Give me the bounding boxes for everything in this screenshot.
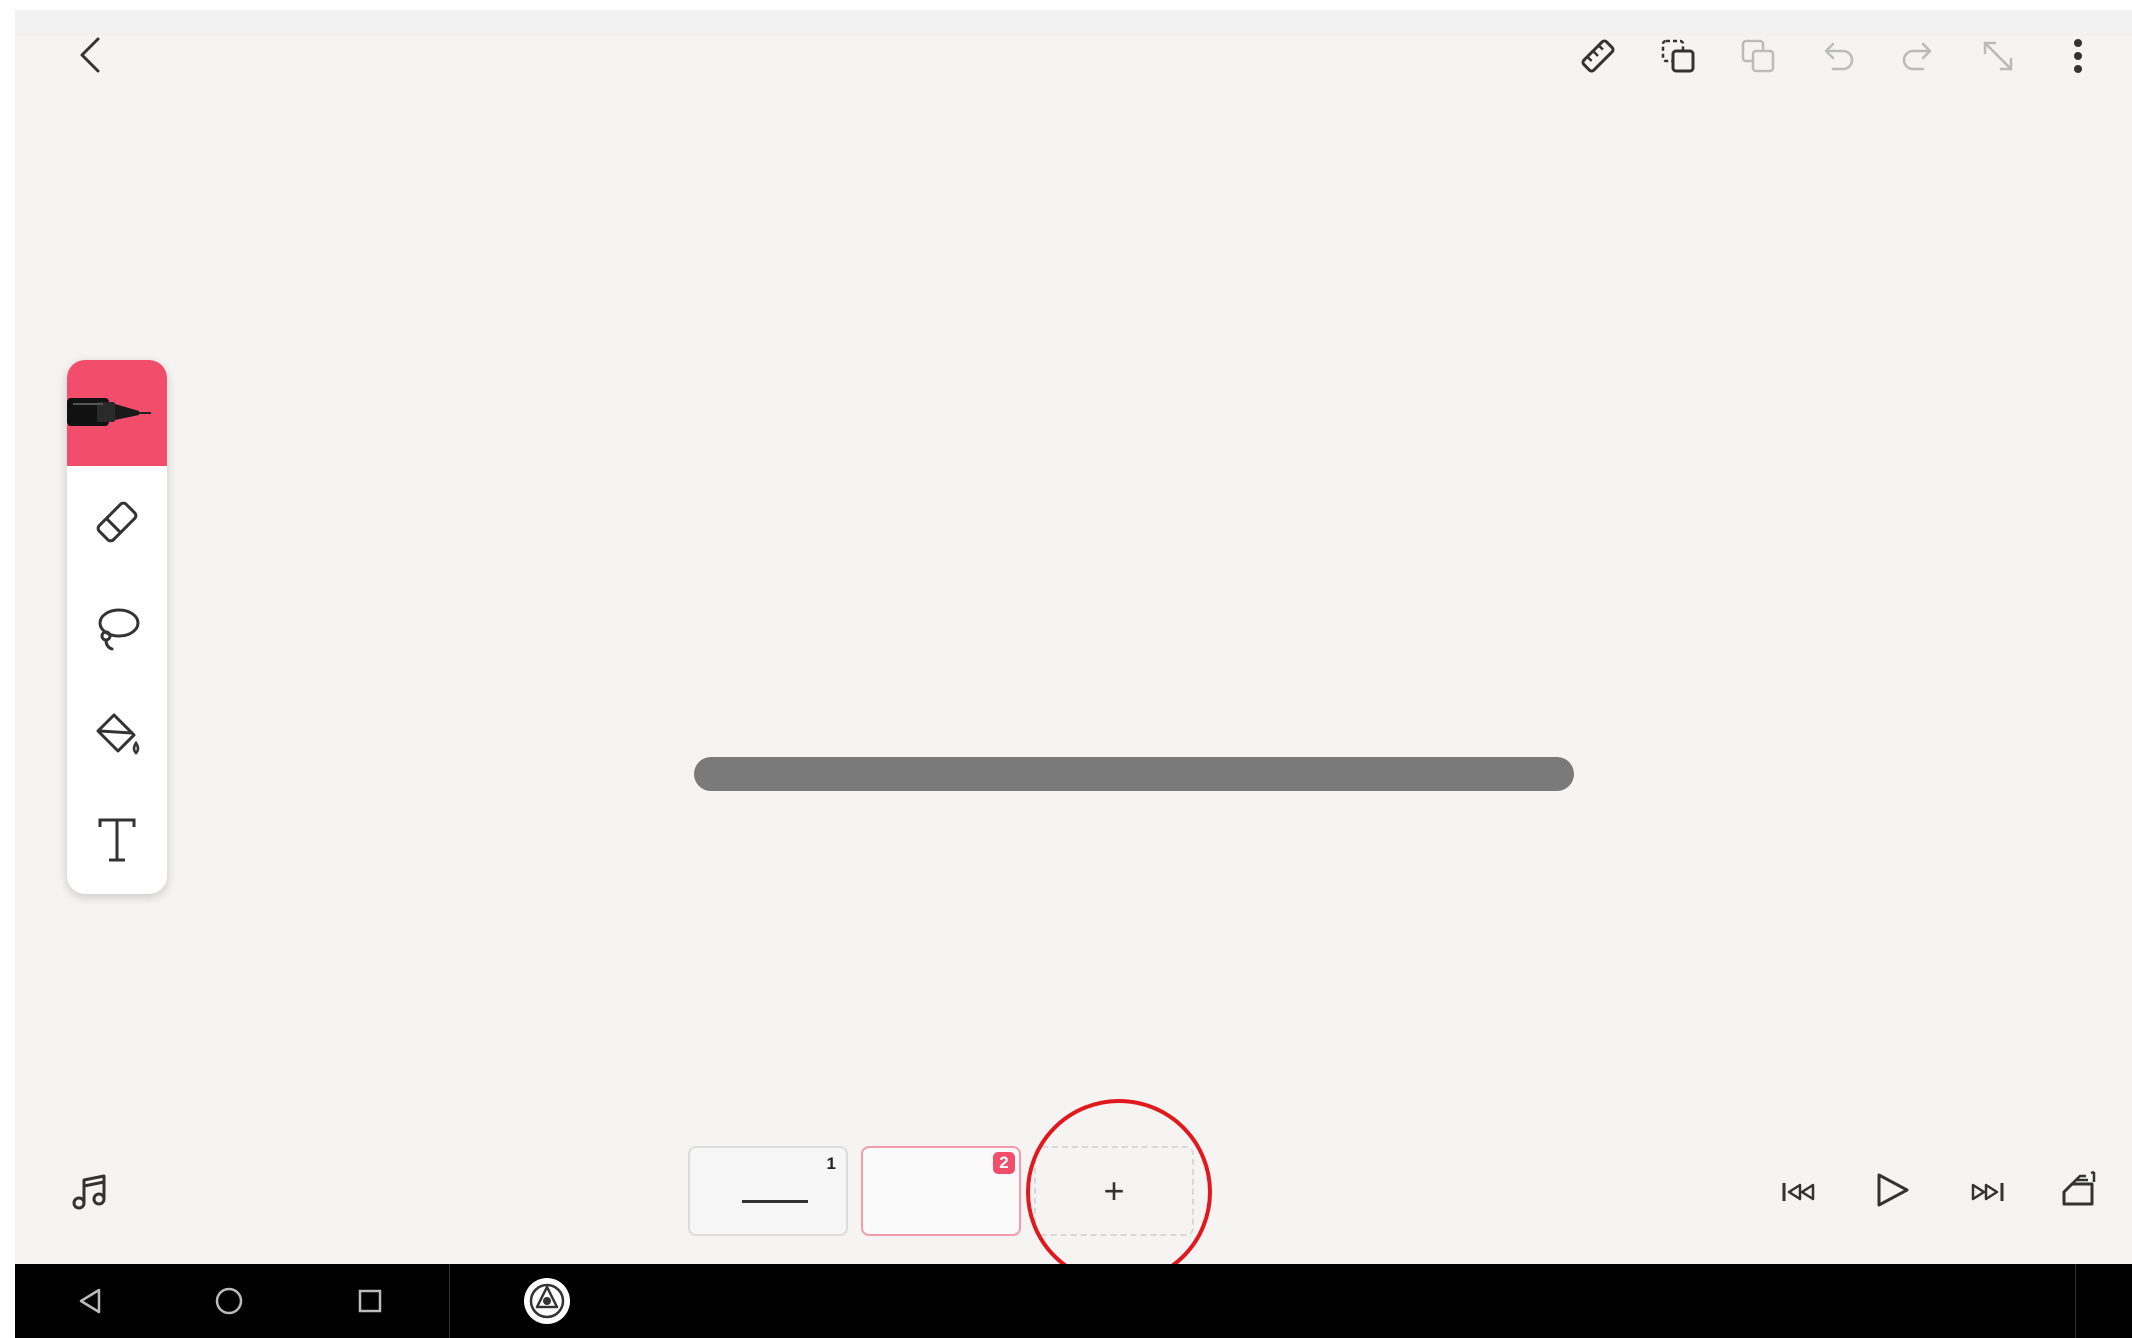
- paste-frame-icon: [1741, 39, 1775, 73]
- music-button[interactable]: [68, 1170, 112, 1214]
- ruler-icon: [1581, 39, 1615, 73]
- fill-tool[interactable]: [67, 684, 167, 784]
- undo-icon: [1824, 42, 1854, 71]
- app-shortcut-button[interactable]: [523, 1277, 571, 1325]
- more-button[interactable]: [2058, 36, 2098, 76]
- back-icon: [80, 37, 100, 73]
- tool-panel: [67, 360, 167, 894]
- nav-divider: [449, 1264, 450, 1338]
- frame-number: 1: [826, 1154, 836, 1173]
- music-icon: [72, 1174, 106, 1210]
- ruler-button[interactable]: [1578, 36, 1618, 76]
- onion-skin-button[interactable]: [2056, 1168, 2102, 1214]
- skip-to-start-button[interactable]: [1778, 1170, 1822, 1214]
- frame-number-badge: 2: [993, 1152, 1015, 1174]
- lasso-tool[interactable]: [67, 578, 167, 678]
- back-button[interactable]: [70, 35, 110, 75]
- nav-recents-button[interactable]: [350, 1281, 390, 1321]
- text-tool[interactable]: [67, 790, 167, 890]
- nav-divider: [2075, 1264, 2076, 1338]
- skip-to-end-icon: [1971, 1183, 2004, 1201]
- nav-back-button[interactable]: [70, 1281, 110, 1321]
- fill-bucket-icon: [96, 713, 140, 755]
- frame-preview-stroke: [742, 1200, 808, 1203]
- plus-icon: +: [1103, 1170, 1125, 1211]
- system-nav-bar: [15, 1264, 2132, 1338]
- play-button[interactable]: [1870, 1168, 1914, 1212]
- nav-home-icon: [215, 1287, 243, 1315]
- frame-thumbnail[interactable]: 1: [688, 1146, 848, 1236]
- copy-frame-icon: [1661, 39, 1695, 73]
- redo-icon: [1902, 42, 1932, 71]
- onion-skin-icon: [2062, 1170, 2096, 1206]
- nav-recents-icon: [358, 1289, 382, 1313]
- eraser-tool[interactable]: [67, 472, 167, 572]
- pen-tool[interactable]: [67, 360, 167, 466]
- more-vertical-icon: [2074, 39, 2082, 73]
- app-icon: [524, 1278, 570, 1324]
- nav-back-icon: [79, 1288, 101, 1314]
- text-icon: [98, 818, 136, 862]
- drawing-canvas[interactable]: [15, 10, 2132, 1264]
- redo-button[interactable]: [1898, 36, 1938, 76]
- skip-to-end-button[interactable]: [1964, 1170, 2008, 1214]
- status-strip: [15, 10, 2132, 36]
- paste-frame-button[interactable]: [1738, 36, 1778, 76]
- lasso-icon: [98, 608, 140, 651]
- eraser-icon: [96, 501, 138, 543]
- copy-frame-button[interactable]: [1658, 36, 1698, 76]
- undo-button[interactable]: [1818, 36, 1858, 76]
- frame-thumbnail-selected[interactable]: 2: [861, 1146, 1021, 1236]
- skip-to-start-icon: [1782, 1183, 1815, 1201]
- nav-home-button[interactable]: [209, 1281, 249, 1321]
- pen-icon: [67, 398, 151, 426]
- expand-icon: [1983, 41, 2013, 71]
- play-icon: [1877, 1173, 1909, 1207]
- add-frame-button[interactable]: +: [1034, 1146, 1194, 1236]
- drawn-stroke: [694, 757, 1574, 791]
- expand-button[interactable]: [1978, 36, 2018, 76]
